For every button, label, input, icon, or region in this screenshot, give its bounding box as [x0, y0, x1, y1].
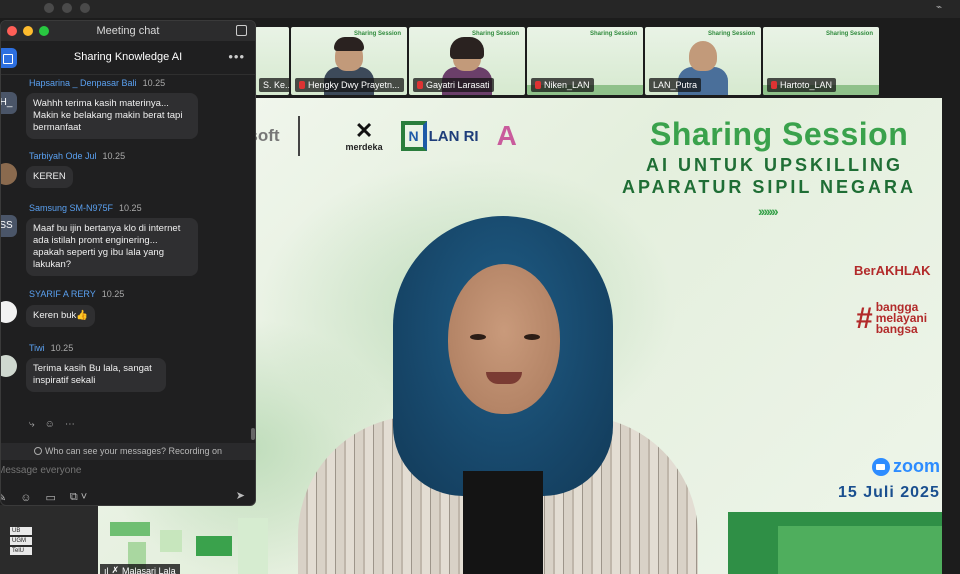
- side-list-item: TelU: [10, 547, 32, 555]
- more-icon[interactable]: ⋯: [65, 419, 75, 430]
- more-options-icon[interactable]: •••: [228, 49, 245, 64]
- muted-mic-icon: [771, 81, 777, 89]
- participant-name: Hartoto_LAN: [767, 78, 837, 92]
- participant-name: Hengky Dwy Prayetn...: [295, 78, 404, 92]
- side-list-item: UB: [10, 527, 32, 535]
- chevrons-icon: ›››››››: [758, 203, 779, 219]
- zoom-camera-icon: [872, 457, 890, 476]
- signal-icon: ⌁: [936, 2, 943, 13]
- muted-mic-icon: [417, 81, 423, 89]
- participant-thumb[interactable]: S. Ke...: [255, 27, 289, 95]
- slide-subtitle-line1: AI UNTUK UPSKILLING: [646, 155, 903, 175]
- sender-name: Hapsarina _ Denpasar Bali: [29, 78, 137, 88]
- side-list-item: UGM: [10, 537, 32, 545]
- message-time: 10.25: [50, 343, 74, 353]
- person-icon: [33, 447, 42, 455]
- message-time: 10.25: [101, 289, 125, 299]
- message-text: KEREN: [26, 166, 73, 188]
- muted-mic-icon: ✗: [111, 565, 120, 574]
- presenter-shirt: [463, 471, 543, 574]
- sender-name: Tiwi: [29, 343, 45, 353]
- presenter: [298, 216, 728, 574]
- message-text: Terima kasih Bu lala, sangat inspiratif …: [26, 358, 166, 392]
- participant-thumb[interactable]: Sharing Session Hartoto_LAN: [763, 27, 879, 95]
- a-logo: A: [496, 120, 517, 151]
- chat-input-area: ✎ ☺ ▭ ⧉ ˅ ➤: [1, 461, 255, 505]
- top-bar: ⌁: [0, 0, 960, 18]
- bangga-melayani-logo: # bangga melayani bangsa: [856, 300, 928, 336]
- sponsor-logos: osoft ✕ merdeka N LAN RI A: [238, 116, 517, 156]
- format-icon[interactable]: ✎: [1, 491, 6, 504]
- participant-thumb[interactable]: Sharing Session Gayatri Larasati: [409, 27, 525, 95]
- avatar: [1, 301, 17, 323]
- participant-thumb[interactable]: Sharing Session Niken_LAN: [527, 27, 643, 95]
- merdeka-logo: ✕ merdeka: [345, 118, 383, 153]
- participant-thumb[interactable]: Sharing Session Hengky Dwy Prayetn...: [291, 27, 407, 95]
- maximize-icon[interactable]: [39, 26, 49, 36]
- slide-date: 15 Juli 2025: [838, 484, 940, 501]
- conversation-name: Sharing Knowledge AI: [73, 51, 183, 63]
- zoom-meeting-screen: ⌁ S. Ke... Sharing Session Hengky Dwy Pr…: [0, 0, 960, 574]
- chat-header: Sharing Knowledge AI •••: [1, 41, 255, 75]
- reply-icon[interactable]: ⤷: [29, 419, 35, 430]
- close-icon[interactable]: [7, 26, 17, 36]
- avatar: SS: [1, 215, 17, 237]
- window-controls: [44, 3, 90, 13]
- presenter-eye: [524, 334, 540, 340]
- participant-strip: S. Ke... Sharing Session Hengky Dwy Pray…: [255, 27, 879, 95]
- message-input[interactable]: [1, 465, 237, 476]
- control-dot[interactable]: [80, 3, 90, 13]
- control-dot[interactable]: [62, 3, 72, 13]
- slide-title: Sharing Session: [650, 116, 909, 152]
- minimize-icon[interactable]: [23, 26, 33, 36]
- berakhlak-logo: BerAKHLAK: [854, 263, 931, 278]
- sender-name: Samsung SM-N975F: [29, 203, 114, 213]
- avatar: [1, 355, 17, 377]
- participant-name: Niken_LAN: [531, 78, 594, 92]
- chat-titlebar[interactable]: Meeting chat: [1, 21, 255, 41]
- chat-scrollbar[interactable]: [251, 428, 255, 440]
- send-icon[interactable]: ➤: [236, 489, 245, 502]
- sender-name: Tarbiyah Ode Jul: [29, 151, 97, 161]
- popout-icon[interactable]: [236, 25, 247, 36]
- participant-name: LAN_Putra: [649, 78, 702, 92]
- emoji-reaction-icon[interactable]: ☺: [45, 419, 55, 430]
- message-text: Keren buk👍: [26, 305, 96, 327]
- message-time: 10.25: [119, 203, 142, 213]
- participant-name: Gayatri Larasati: [413, 78, 494, 92]
- participant-thumb[interactable]: Sharing Session LAN_Putra: [645, 27, 761, 95]
- message-list: H_ Hapsarina _ Denpasar Bali 10.25 Wahhh …: [1, 76, 251, 436]
- screenshot-icon[interactable]: ⧉ ˅: [70, 491, 87, 504]
- file-icon[interactable]: ▭: [45, 491, 55, 504]
- presenter-eye: [470, 334, 486, 340]
- message-time: 10.25: [142, 78, 166, 88]
- side-list: UB UGM TelU: [0, 505, 98, 574]
- speaker-name-tag: ıl ✗ Malasari Lala: [100, 564, 180, 574]
- control-dot[interactable]: [44, 3, 54, 13]
- muted-mic-icon: [299, 81, 305, 89]
- emoji-icon[interactable]: ☺: [20, 492, 31, 504]
- slide-subtitle-line2: APARATUR SIPIL NEGARA: [622, 177, 917, 197]
- participant-face: [689, 41, 717, 71]
- zoom-logo: zoom: [872, 456, 940, 477]
- muted-mic-icon: [535, 81, 541, 89]
- message-actions: ⤷ ☺ ⋯: [29, 419, 75, 430]
- sender-name: SYARIF A RERY: [29, 289, 96, 299]
- participant-hair: [334, 37, 364, 51]
- presenter-face: [448, 264, 560, 414]
- meeting-chat-window: Meeting chat Sharing Knowledge AI ••• H_…: [0, 20, 256, 506]
- window-buttons: [7, 26, 49, 36]
- participant-hair: [450, 37, 484, 59]
- audio-level-icon: ıl: [104, 565, 109, 574]
- chat-toolbar: ✎ ☺ ▭ ⧉ ˅: [1, 491, 87, 504]
- tree-logo: [297, 116, 328, 156]
- avatar: H_: [1, 92, 17, 114]
- participant-name: S. Ke...: [259, 78, 289, 92]
- recording-notice[interactable]: Who can see your messages? Recording on: [1, 443, 255, 460]
- message-text: Maaf bu ijin bertanya klo di internet ad…: [26, 218, 198, 276]
- message-text: Wahhh terima kasih materinya... Makin ke…: [26, 93, 198, 139]
- avatar: [1, 163, 17, 185]
- message-time: 10.25: [102, 151, 126, 161]
- lan-ri-logo: N LAN RI: [400, 121, 479, 151]
